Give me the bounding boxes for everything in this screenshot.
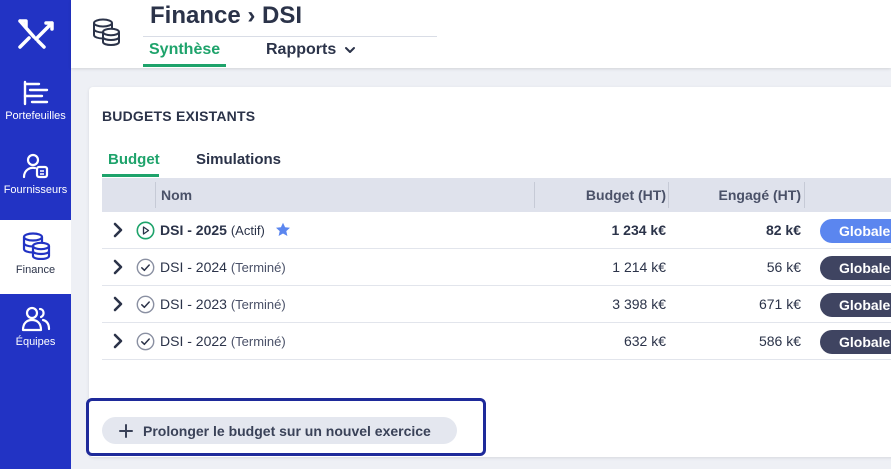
budget-status: (Terminé) xyxy=(230,260,286,275)
table-row[interactable]: DSI - 2025 (Actif) 1 234 k€ 82 k€ Global… xyxy=(102,212,891,249)
scope-badge[interactable]: Globale xyxy=(820,256,891,280)
column-header-budget[interactable]: Budget (HT) xyxy=(586,187,666,203)
section-title: BUDGETS EXISTANTS xyxy=(102,108,256,124)
budget-value: 632 k€ xyxy=(623,333,666,349)
sidebar-item-finance[interactable]: Finance xyxy=(0,220,71,294)
check-status-icon xyxy=(136,258,155,277)
tab-rapports[interactable]: Rapports xyxy=(266,41,356,59)
column-header-engage[interactable]: Engagé (HT) xyxy=(719,187,801,203)
engage-value: 82 k€ xyxy=(765,222,801,238)
app-logo[interactable] xyxy=(0,0,71,68)
table-header: Nom Budget (HT) Engagé (HT) xyxy=(102,178,891,212)
sidebar: Portefeuilles Fournisseurs Finance Équip… xyxy=(0,0,71,469)
budget-name-main: DSI - 2023 xyxy=(160,296,227,312)
column-separator xyxy=(668,182,669,208)
engage-value: 586 k€ xyxy=(758,333,801,349)
budget-value: 1 234 k€ xyxy=(611,222,667,238)
sidebar-item-label: Équipes xyxy=(15,336,56,348)
sidebar-item-portefeuilles[interactable]: Portefeuilles xyxy=(0,80,71,136)
budget-name: DSI - 2025 (Actif) xyxy=(160,222,291,238)
sidebar-item-fournisseurs[interactable]: Fournisseurs xyxy=(0,152,71,208)
column-separator xyxy=(804,182,805,208)
chevron-down-icon xyxy=(345,47,356,53)
check-status-icon xyxy=(136,295,155,314)
budget-name: DSI - 2024 (Terminé) xyxy=(160,259,286,275)
budget-status: (Terminé) xyxy=(230,334,286,349)
sidebar-item-label: Portefeuilles xyxy=(5,110,66,122)
engage-value: 56 k€ xyxy=(766,259,801,275)
tab-rapports-label: Rapports xyxy=(266,41,337,58)
chevron-right-icon[interactable] xyxy=(112,296,124,312)
check-status-icon xyxy=(136,332,155,351)
supplier-icon xyxy=(22,153,48,179)
table-row[interactable]: DSI - 2022 (Terminé) 632 k€ 586 k€ Globa… xyxy=(102,323,891,360)
star-icon[interactable] xyxy=(275,222,291,237)
team-icon xyxy=(21,306,50,332)
sidebar-item-label: Finance xyxy=(15,264,56,276)
scope-badge[interactable]: Globale xyxy=(820,293,891,317)
portfolio-icon xyxy=(23,80,48,106)
page-header: Finance › DSI Synthèse Rapports xyxy=(71,0,891,68)
tab-budget[interactable]: Budget xyxy=(108,151,160,168)
coins-icon xyxy=(91,18,121,51)
sidebar-item-equipes[interactable]: Équipes xyxy=(0,306,71,362)
logo-icon xyxy=(17,19,54,49)
budget-name-main: DSI - 2022 xyxy=(160,333,227,349)
extend-budget-button[interactable]: Prolonger le budget sur un nouvel exerci… xyxy=(102,417,457,444)
extend-budget-label: Prolonger le budget sur un nouvel exerci… xyxy=(143,422,431,439)
header-tabs: Synthèse Rapports xyxy=(143,36,437,68)
active-subtab-indicator xyxy=(102,174,159,177)
engage-value: 671 k€ xyxy=(758,296,801,312)
chevron-right-icon[interactable] xyxy=(112,333,124,349)
column-header-nom[interactable]: Nom xyxy=(161,187,192,203)
active-tab-indicator xyxy=(143,64,226,67)
tab-synthese[interactable]: Synthèse xyxy=(149,41,220,59)
play-status-icon xyxy=(136,221,155,240)
plus-icon xyxy=(119,423,133,438)
column-separator xyxy=(534,182,535,208)
budget-name-main: DSI - 2025 xyxy=(160,222,227,238)
table-row[interactable]: DSI - 2023 (Terminé) 3 398 k€ 671 k€ Glo… xyxy=(102,286,891,323)
chevron-right-icon[interactable] xyxy=(112,222,124,238)
page-title: Finance › DSI xyxy=(150,2,303,29)
budget-value: 3 398 k€ xyxy=(612,296,666,312)
budget-name: DSI - 2023 (Terminé) xyxy=(160,296,286,312)
budget-name-main: DSI - 2024 xyxy=(160,259,227,275)
chevron-right-icon[interactable] xyxy=(112,259,124,275)
coins-icon xyxy=(22,232,50,260)
sidebar-item-label: Fournisseurs xyxy=(3,184,68,196)
budget-value: 1 214 k€ xyxy=(612,259,666,275)
scope-badge[interactable]: Globale xyxy=(820,219,891,243)
tab-simulations[interactable]: Simulations xyxy=(196,151,281,168)
budget-status: (Actif) xyxy=(230,223,265,238)
budget-status: (Terminé) xyxy=(230,297,286,312)
scope-badge[interactable]: Globale xyxy=(820,330,891,354)
budget-name: DSI - 2022 (Terminé) xyxy=(160,333,286,349)
table-row[interactable]: DSI - 2024 (Terminé) 1 214 k€ 56 k€ Glob… xyxy=(102,249,891,286)
column-separator xyxy=(155,182,156,208)
